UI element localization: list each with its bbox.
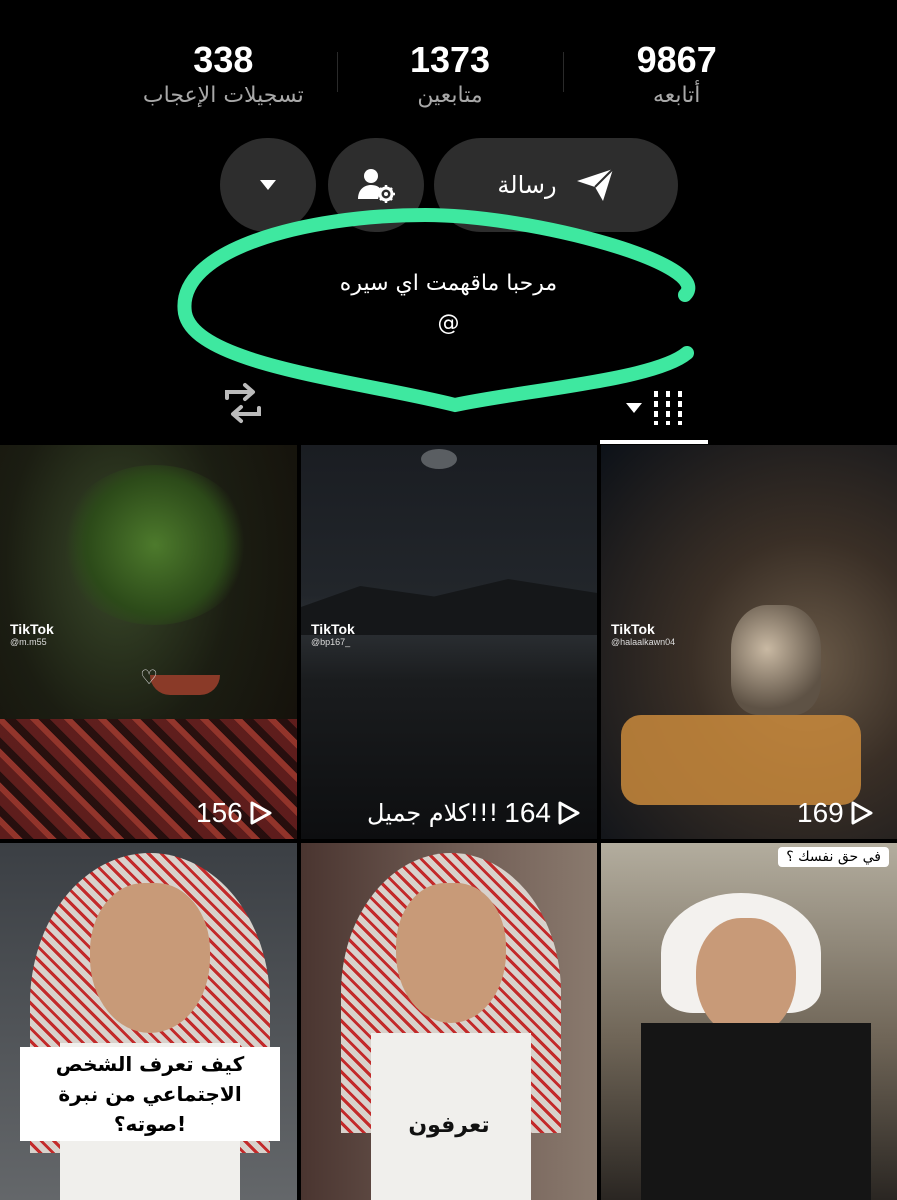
video-thumbnail[interactable]: في حق نفسك ؟ — [601, 843, 897, 1200]
moon-image — [421, 449, 457, 469]
profile-bio: مرحبا ماقهمت اي سيره @ — [0, 264, 897, 344]
profile-stats: 338 تسجيلات الإعجاب 1373 متابعين 9867 أت… — [110, 38, 790, 118]
face-image — [396, 883, 506, 1023]
video-thumbnail[interactable]: TikTok @m.m55 ♡ 156 — [0, 445, 297, 839]
tab-reposts[interactable] — [215, 380, 271, 426]
play-icon — [250, 801, 272, 825]
likes-count: 338 — [193, 39, 254, 80]
bio-line-1: مرحبا ماقهمت اي سيره — [339, 271, 558, 296]
followers-label: متابعين — [417, 83, 483, 108]
tiktok-watermark: TikTok @bp167_ — [311, 621, 355, 647]
watermark-username: @m.m55 — [10, 637, 47, 647]
play-icon — [558, 801, 580, 825]
view-count: كلام جميل!!! 164 — [367, 797, 581, 829]
send-icon — [576, 168, 614, 201]
bio-line-2: @ — [437, 311, 460, 336]
likes-label: تسجيلات الإعجاب — [142, 83, 304, 108]
following-label: أتابعه — [652, 83, 701, 108]
view-count: 156 — [196, 797, 273, 829]
chevron-down-icon — [626, 403, 642, 413]
view-count-value: 164 — [504, 797, 551, 828]
stat-likes[interactable]: 338 تسجيلات الإعجاب — [110, 38, 337, 118]
face-image — [696, 918, 796, 1038]
view-count-value: 156 — [196, 797, 243, 828]
add-friend-button[interactable] — [328, 138, 424, 232]
video-thumbnail[interactable]: تعرفون — [301, 843, 597, 1200]
coffee-pot-image — [731, 605, 821, 715]
play-icon — [851, 801, 873, 825]
chevron-down-icon — [260, 180, 276, 190]
message-button[interactable]: رسالة — [434, 138, 678, 232]
repost-icon — [225, 383, 261, 423]
tiktok-watermark: TikTok @m.m55 — [10, 621, 54, 647]
video-thumbnail[interactable]: TikTok @halaalkawn04 169 — [601, 445, 897, 839]
watermark-username: @bp167_ — [311, 637, 351, 647]
grid-icon — [654, 391, 682, 425]
tiktok-watermark: TikTok @halaalkawn04 — [611, 621, 676, 647]
bisht-image — [641, 1023, 871, 1200]
followers-count: 1373 — [409, 39, 491, 80]
stat-followers[interactable]: 1373 متابعين — [336, 38, 564, 118]
watermark-username: @halaalkawn04 — [611, 637, 676, 647]
face-image — [90, 883, 210, 1033]
pot-image — [150, 675, 220, 695]
video-caption: في حق نفسك ؟ — [778, 847, 889, 867]
video-thumbnail[interactable]: كيف تعرف الشخص الاجتماعي من نبرة صوته؟! — [0, 843, 297, 1200]
table-image — [621, 715, 861, 805]
user-settings-icon — [358, 169, 395, 203]
heart-icon: ♡ — [140, 665, 158, 689]
stat-following[interactable]: 9867 أتابعه — [563, 38, 790, 118]
message-label: رسالة — [497, 171, 557, 199]
active-tab-indicator — [600, 440, 708, 444]
profile-tabs — [0, 372, 897, 444]
following-count: 9867 — [636, 39, 717, 80]
video-caption: تعرفون — [408, 1113, 490, 1138]
video-caption: كيف تعرف الشخص الاجتماعي من نبرة صوته؟! — [20, 1047, 280, 1141]
video-grid: TikTok @m.m55 ♡ 156 TikTok @bp167_ كلام … — [0, 445, 897, 1200]
video-caption: كلام جميل!!! — [367, 799, 499, 827]
view-count: 169 — [797, 797, 874, 829]
plant-image — [60, 465, 250, 625]
view-count-value: 169 — [797, 797, 844, 828]
video-thumbnail[interactable]: TikTok @bp167_ كلام جميل!!! 164 — [301, 445, 597, 839]
tab-videos[interactable] — [600, 372, 708, 444]
more-options-button[interactable] — [220, 138, 316, 232]
